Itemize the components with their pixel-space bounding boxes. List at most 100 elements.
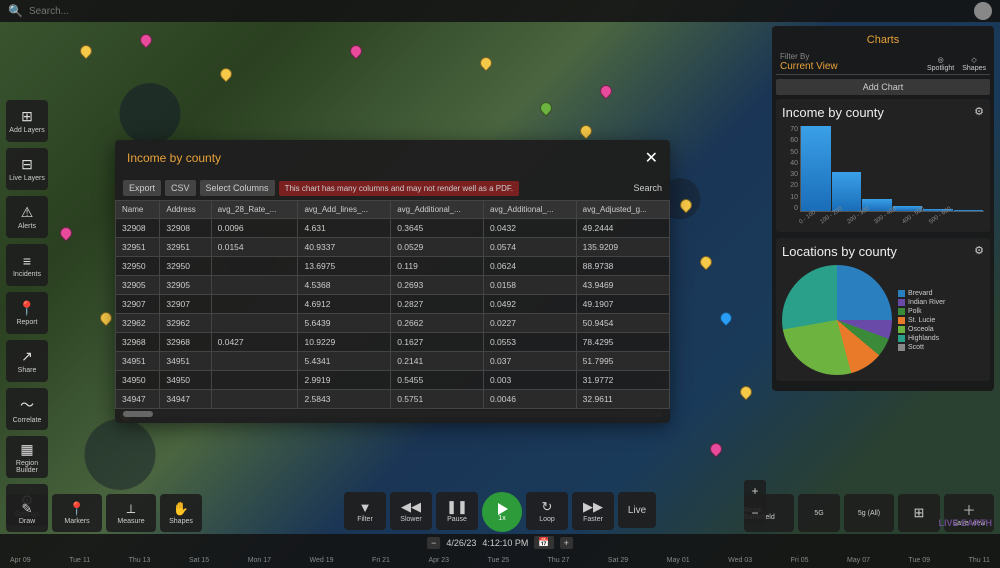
table-row[interactable]: 32962329625.64390.26620.022750.9454	[116, 314, 670, 333]
gear-icon[interactable]: ⚙	[974, 105, 984, 118]
calendar-icon[interactable]: 📅	[534, 536, 553, 549]
table-row[interactable]: 34947349472.58430.57510.004632.9611	[116, 390, 670, 409]
sidebar-icon: ⊟	[21, 156, 33, 173]
Faster-button[interactable]: ▶▶Faster	[572, 492, 614, 530]
bottom-tools-center: ▼Filter◀◀Slower❚❚Pause1x↻Loop▶▶FasterLiv…	[344, 492, 656, 532]
sidebar-icon: 〜	[20, 395, 34, 415]
charts-panel: Charts Filter By Current View ◎Spotlight…	[772, 26, 994, 391]
timeline[interactable]: − 4/26/23 4:12:10 PM 📅 + Apr 09Tue 11Thu…	[0, 534, 1000, 568]
table-row[interactable]: 34951349515.43410.21410.03751.7995	[116, 352, 670, 371]
sidebar-label: Share	[18, 367, 37, 374]
sidebar-icon: 📍	[18, 300, 35, 317]
data-table: NameAddressavg_28_Rate_...avg_Add_lines_…	[115, 200, 670, 409]
play-button[interactable]: 1x	[482, 492, 522, 532]
add-chart-button[interactable]: Add Chart	[776, 79, 990, 95]
bar-chart-title: Income by county	[782, 105, 984, 120]
table-row[interactable]: 32951329510.015440.93370.05290.0574135.9…	[116, 238, 670, 257]
timeline-ticks: Apr 09Tue 11Thu 13Sat 15Mon 17Wed 19Fri …	[0, 557, 1000, 564]
search-input[interactable]	[29, 6, 974, 17]
Measure-button[interactable]: ⟂Measure	[106, 494, 156, 532]
zoom-out-button[interactable]: −	[744, 502, 766, 524]
zoom-control: + −	[744, 480, 766, 524]
sidebar-label: Region Builder	[6, 460, 48, 474]
filter-label: Filter By	[780, 52, 838, 61]
sidebar-item-correlate[interactable]: 〜 Correlate	[6, 388, 48, 430]
sidebar-label: Report	[16, 319, 37, 326]
sidebar-item-alerts[interactable]: ⚠ Alerts	[6, 196, 48, 238]
sidebar-label: Correlate	[13, 417, 42, 424]
sidebar-icon: ⚠	[21, 204, 34, 221]
Shapes-button[interactable]: ✋Shapes	[160, 494, 202, 532]
top-bar: 🔍	[0, 0, 1000, 22]
bar-chart-box: ⚙ Income by county 706050403020100 0 - 1…	[776, 99, 990, 232]
table-header[interactable]: avg_Additional_...	[391, 201, 484, 219]
sidebar-label: Live Layers	[9, 175, 45, 182]
5g (All)-button[interactable]: 5g (All)	[844, 494, 894, 532]
select-columns-button[interactable]: Select Columns	[200, 180, 275, 196]
bottom-tools-left: ✎Draw📍Markers⟂Measure✋Shapes	[6, 494, 202, 532]
Slower-button[interactable]: ◀◀Slower	[390, 492, 432, 530]
logo: LIVE EARTH	[938, 518, 992, 528]
csv-button[interactable]: CSV	[165, 180, 196, 196]
spotlight-button[interactable]: ◎Spotlight	[927, 56, 954, 72]
Markers-button[interactable]: 📍Markers	[52, 494, 102, 532]
table-header[interactable]: avg_Additional_...	[483, 201, 576, 219]
table-header[interactable]: Address	[160, 201, 211, 219]
bar-chart-area	[800, 126, 984, 212]
zoom-in-button[interactable]: +	[744, 480, 766, 502]
time-display: − 4/26/23 4:12:10 PM 📅 +	[427, 536, 573, 549]
Loop-button[interactable]: ↻Loop	[526, 492, 568, 530]
sidebar-icon: ↗	[21, 348, 33, 365]
sidebar-icon: ▦	[20, 441, 33, 458]
pie-chart	[782, 265, 892, 375]
sidebar-item-incidents[interactable]: ≡ Incidents	[6, 244, 48, 286]
Filter-button[interactable]: ▼Filter	[344, 492, 386, 530]
spotlight-icon: ◎	[938, 56, 944, 64]
sidebar-item-report[interactable]: 📍 Report	[6, 292, 48, 334]
table-header[interactable]: avg_Add_lines_...	[298, 201, 391, 219]
sidebar-label: Alerts	[18, 223, 36, 230]
sidebar-item-region-builder[interactable]: ▦ Region Builder	[6, 436, 48, 478]
left-sidebar: ⊞ Add Layers ⊟ Live Layers ⚠ Alerts ≡ Incidents…	[6, 100, 48, 526]
close-icon[interactable]: ✕	[645, 148, 658, 168]
table-row[interactable]: 32907329074.69120.28270.049249.1907	[116, 295, 670, 314]
sidebar-item-add-layers[interactable]: ⊞ Add Layers	[6, 100, 48, 142]
Draw-button[interactable]: ✎Draw	[6, 494, 48, 532]
time-plus-button[interactable]: +	[560, 537, 573, 549]
pdf-warning: This chart has many columns and may not …	[279, 181, 520, 196]
Pause-button[interactable]: ❚❚Pause	[436, 492, 478, 530]
sidebar-icon: ≡	[23, 253, 31, 269]
5G-button[interactable]: 5G	[798, 494, 840, 532]
pie-chart-title: Locations by county	[782, 244, 984, 259]
avatar[interactable]	[974, 2, 992, 20]
modal-title: Income by county	[127, 151, 221, 165]
table-header[interactable]: avg_28_Rate_...	[211, 201, 298, 219]
gear-icon[interactable]: ⚙	[974, 244, 984, 257]
table-row[interactable]: 32968329680.042710.92290.16270.055378.42…	[116, 333, 670, 352]
pie-chart-box: ⚙ Locations by county BrevardIndian Rive…	[776, 238, 990, 381]
shapes-button[interactable]: ◇Shapes	[962, 56, 986, 72]
sidebar-icon: ⊞	[21, 108, 33, 125]
filter-value[interactable]: Current View	[780, 61, 838, 72]
tool-button[interactable]: ⊞	[898, 494, 940, 532]
table-header[interactable]: Name	[116, 201, 160, 219]
table-header[interactable]: avg_Adjusted_g...	[576, 201, 669, 219]
table-row[interactable]: 34950349502.99190.54550.00331.9772	[116, 371, 670, 390]
table-row[interactable]: 32908329080.00964.6310.36450.043249.2444	[116, 219, 670, 238]
sidebar-label: Add Layers	[9, 127, 44, 134]
table-row[interactable]: 32905329054.53680.26930.015843.9469	[116, 276, 670, 295]
live-button[interactable]: Live	[618, 492, 656, 528]
sidebar-label: Incidents	[13, 271, 41, 278]
pie-legend: BrevardIndian RiverPolkSt. LucieOsceolaH…	[898, 290, 945, 351]
shapes-icon: ◇	[971, 56, 976, 64]
export-button[interactable]: Export	[123, 180, 161, 196]
time-minus-button[interactable]: −	[427, 537, 440, 549]
sidebar-item-live-layers[interactable]: ⊟ Live Layers	[6, 148, 48, 190]
timeline-time: 4:12:10 PM	[482, 538, 528, 548]
horizontal-scrollbar[interactable]	[123, 411, 662, 417]
sidebar-item-share[interactable]: ↗ Share	[6, 340, 48, 382]
search-icon: 🔍	[8, 4, 23, 18]
income-modal: Income by county ✕ Export CSV Select Col…	[115, 140, 670, 423]
table-row[interactable]: 329503295013.69750.1190.062488.9738	[116, 257, 670, 276]
modal-search-label[interactable]: Search	[633, 183, 662, 193]
